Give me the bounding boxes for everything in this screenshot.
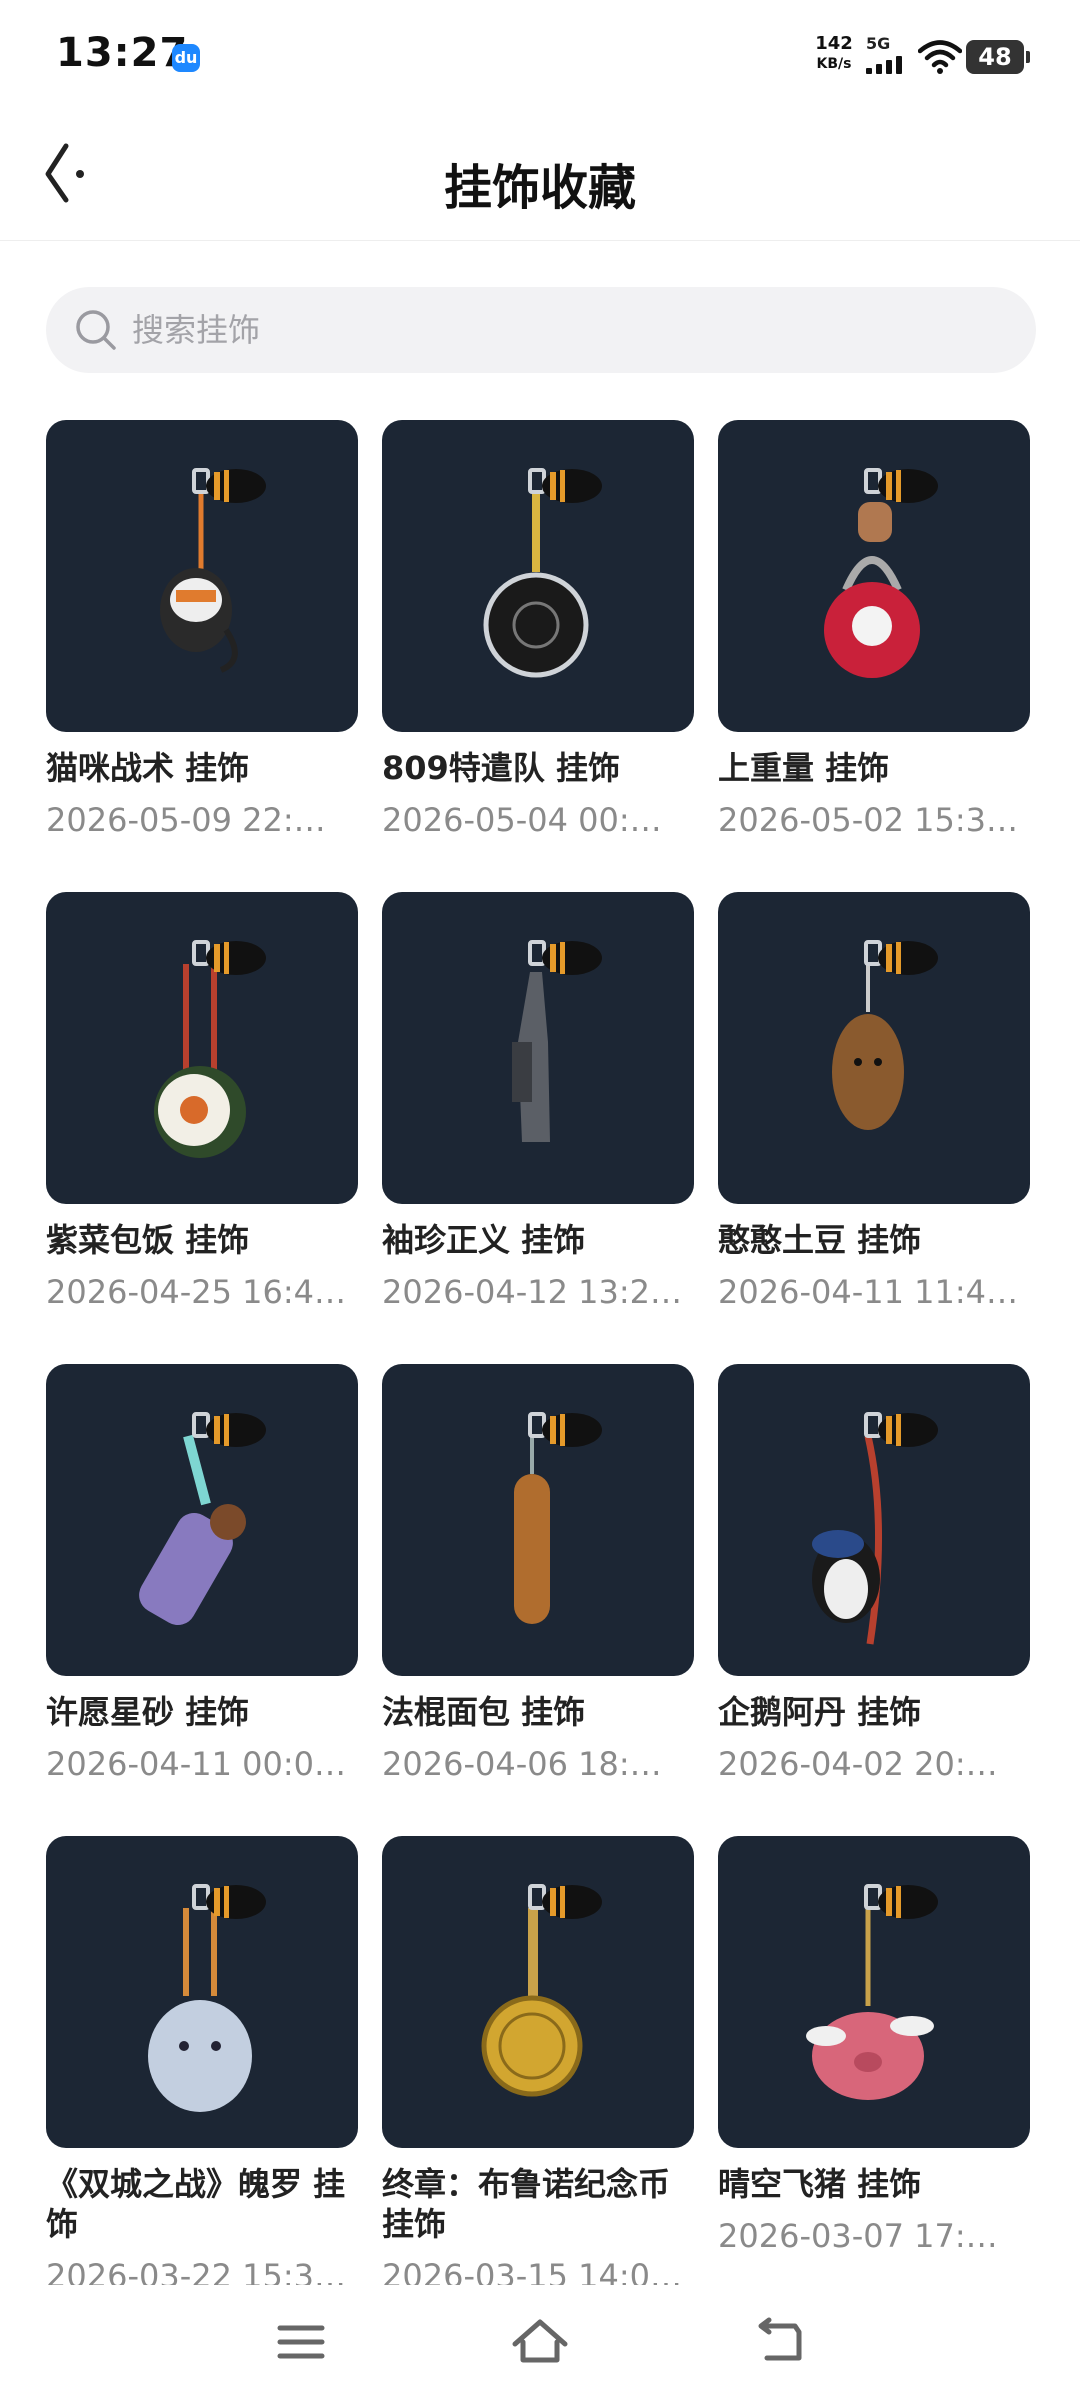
charm-thumbnail[interactable] xyxy=(382,1836,694,2148)
menu-button[interactable] xyxy=(266,2312,336,2372)
charm-thumbnail[interactable] xyxy=(718,1836,1030,2148)
charm-card[interactable]: 809特遣队 挂饰 2026-05-04 00:… xyxy=(382,420,694,840)
bottle-charm-icon xyxy=(139,1412,266,1626)
network-speed: 142 KB/s xyxy=(812,34,856,74)
charm-date: 2026-05-09 22:… xyxy=(46,801,326,839)
charm-name: 憨憨土豆 挂饰 xyxy=(718,1221,922,1259)
charm-date: 2026-04-11 11:4… xyxy=(718,1273,1018,1311)
charm-name: 许愿星砂 挂饰 xyxy=(46,1693,250,1731)
sushi-charm-icon xyxy=(154,940,266,1158)
charm-thumbnail[interactable] xyxy=(46,420,358,732)
charm-name: 终章：布鲁诺纪念币 挂饰 xyxy=(382,2165,671,2243)
pig-charm-icon xyxy=(806,1884,938,2100)
network-speed-value: 142 xyxy=(815,33,853,54)
battery-indicator: 48 xyxy=(966,40,1030,74)
charm-name: 《双城之战》魄罗 挂饰 xyxy=(46,2165,346,2243)
wifi-icon xyxy=(917,40,963,74)
charm-card[interactable]: 许愿星砂 挂饰 2026-04-11 00:0… xyxy=(46,1364,358,1784)
charm-card[interactable]: 终章：布鲁诺纪念币 挂饰 2026-03-15 14:0… xyxy=(382,1836,694,2285)
charm-grid: 猫咪战术 挂饰 2026-05-09 22:… 809特遣队 挂饰 2026-05-0… xyxy=(46,420,1036,2285)
search-input[interactable] xyxy=(132,287,992,373)
charm-card[interactable]: 上重量 挂饰 2026-05-02 15:3… xyxy=(718,420,1030,840)
page-title: 挂饰收藏 xyxy=(443,160,636,216)
home-button[interactable] xyxy=(505,2312,575,2372)
search-bar[interactable] xyxy=(46,287,1036,373)
charm-card[interactable]: 猫咪战术 挂饰 2026-05-09 22:… xyxy=(46,420,358,840)
signal-icon: 5G xyxy=(866,34,906,76)
charm-date: 2026-05-04 00:… xyxy=(382,801,662,839)
charm-thumbnail[interactable] xyxy=(718,892,1030,1204)
cat-charm-icon xyxy=(160,468,266,673)
charm-thumbnail[interactable] xyxy=(718,1364,1030,1676)
charm-card[interactable]: 紫菜包饭 挂饰 2026-04-25 16:4… xyxy=(46,892,358,1312)
pan-charm-icon xyxy=(483,468,602,678)
charm-thumbnail[interactable] xyxy=(46,1364,358,1676)
app-notification-icon: du xyxy=(172,44,200,72)
charm-date: 2026-03-15 14:0… xyxy=(382,2257,682,2285)
charm-card[interactable]: 袖珍正义 挂饰 2026-04-12 13:2… xyxy=(382,892,694,1312)
charm-thumbnail[interactable] xyxy=(382,892,694,1204)
charm-name: 809特遣队 挂饰 xyxy=(382,749,620,787)
charm-name: 上重量 挂饰 xyxy=(718,749,890,787)
charm-thumbnail[interactable] xyxy=(718,420,1030,732)
charm-card[interactable]: 企鹅阿丹 挂饰 2026-04-02 20:… xyxy=(718,1364,1030,1784)
charm-card[interactable]: 《双城之战》魄罗 挂饰 2026-03-22 15:3… xyxy=(46,1836,358,2285)
charm-thumbnail[interactable] xyxy=(382,420,694,732)
charm-date: 2026-05-02 15:3… xyxy=(718,801,1018,839)
charm-thumbnail[interactable] xyxy=(46,892,358,1204)
charm-name: 法棍面包 挂饰 xyxy=(382,1693,586,1731)
back-nav-button[interactable] xyxy=(745,2312,815,2372)
app-header: 挂饰收藏 xyxy=(0,110,1080,241)
coin-charm-icon xyxy=(481,1884,602,2097)
pistol-charm-icon xyxy=(512,940,602,1142)
menu-icon xyxy=(277,2325,325,2359)
charm-name: 袖珍正义 挂饰 xyxy=(382,1221,586,1259)
baguette-charm-icon xyxy=(514,1412,602,1624)
network-speed-unit: KB/s xyxy=(816,56,852,72)
status-time: 13:27 xyxy=(56,30,189,76)
poro-charm-icon xyxy=(148,1884,266,2112)
potato-charm-icon xyxy=(832,940,938,1130)
charm-name: 紫菜包饭 挂饰 xyxy=(46,1221,250,1259)
charm-name: 企鹅阿丹 挂饰 xyxy=(718,1693,922,1731)
back-arrow-icon xyxy=(758,2317,802,2361)
charm-thumbnail[interactable] xyxy=(46,1836,358,2148)
charm-date: 2026-04-25 16:4… xyxy=(46,1273,346,1311)
charm-date: 2026-03-07 17:… xyxy=(718,2217,998,2255)
charm-date: 2026-04-06 18:… xyxy=(382,1745,662,1783)
home-icon xyxy=(512,2319,568,2363)
charm-date: 2026-03-22 15:3… xyxy=(46,2257,346,2285)
charm-name: 晴空飞猪 挂饰 xyxy=(718,2165,922,2203)
charm-card[interactable]: 晴空飞猪 挂饰 2026-03-07 17:… xyxy=(718,1836,1030,2256)
charm-card[interactable]: 法棍面包 挂饰 2026-04-06 18:… xyxy=(382,1364,694,1784)
charm-date: 2026-04-12 13:2… xyxy=(382,1273,682,1311)
search-icon xyxy=(76,310,116,350)
charm-thumbnail[interactable] xyxy=(382,1364,694,1676)
kettlebell-charm-icon xyxy=(824,468,938,678)
network-type: 5G xyxy=(866,34,891,53)
charm-name: 猫咪战术 挂饰 xyxy=(46,749,250,787)
system-nav-bar xyxy=(0,2290,1080,2400)
charm-date: 2026-04-11 00:0… xyxy=(46,1745,346,1783)
charm-card[interactable]: 憨憨土豆 挂饰 2026-04-11 11:4… xyxy=(718,892,1030,1312)
charm-date: 2026-04-02 20:… xyxy=(718,1745,998,1783)
penguin-charm-icon xyxy=(812,1412,938,1645)
status-bar: 13:27 du 142 KB/s 5G 48 xyxy=(0,0,1080,110)
